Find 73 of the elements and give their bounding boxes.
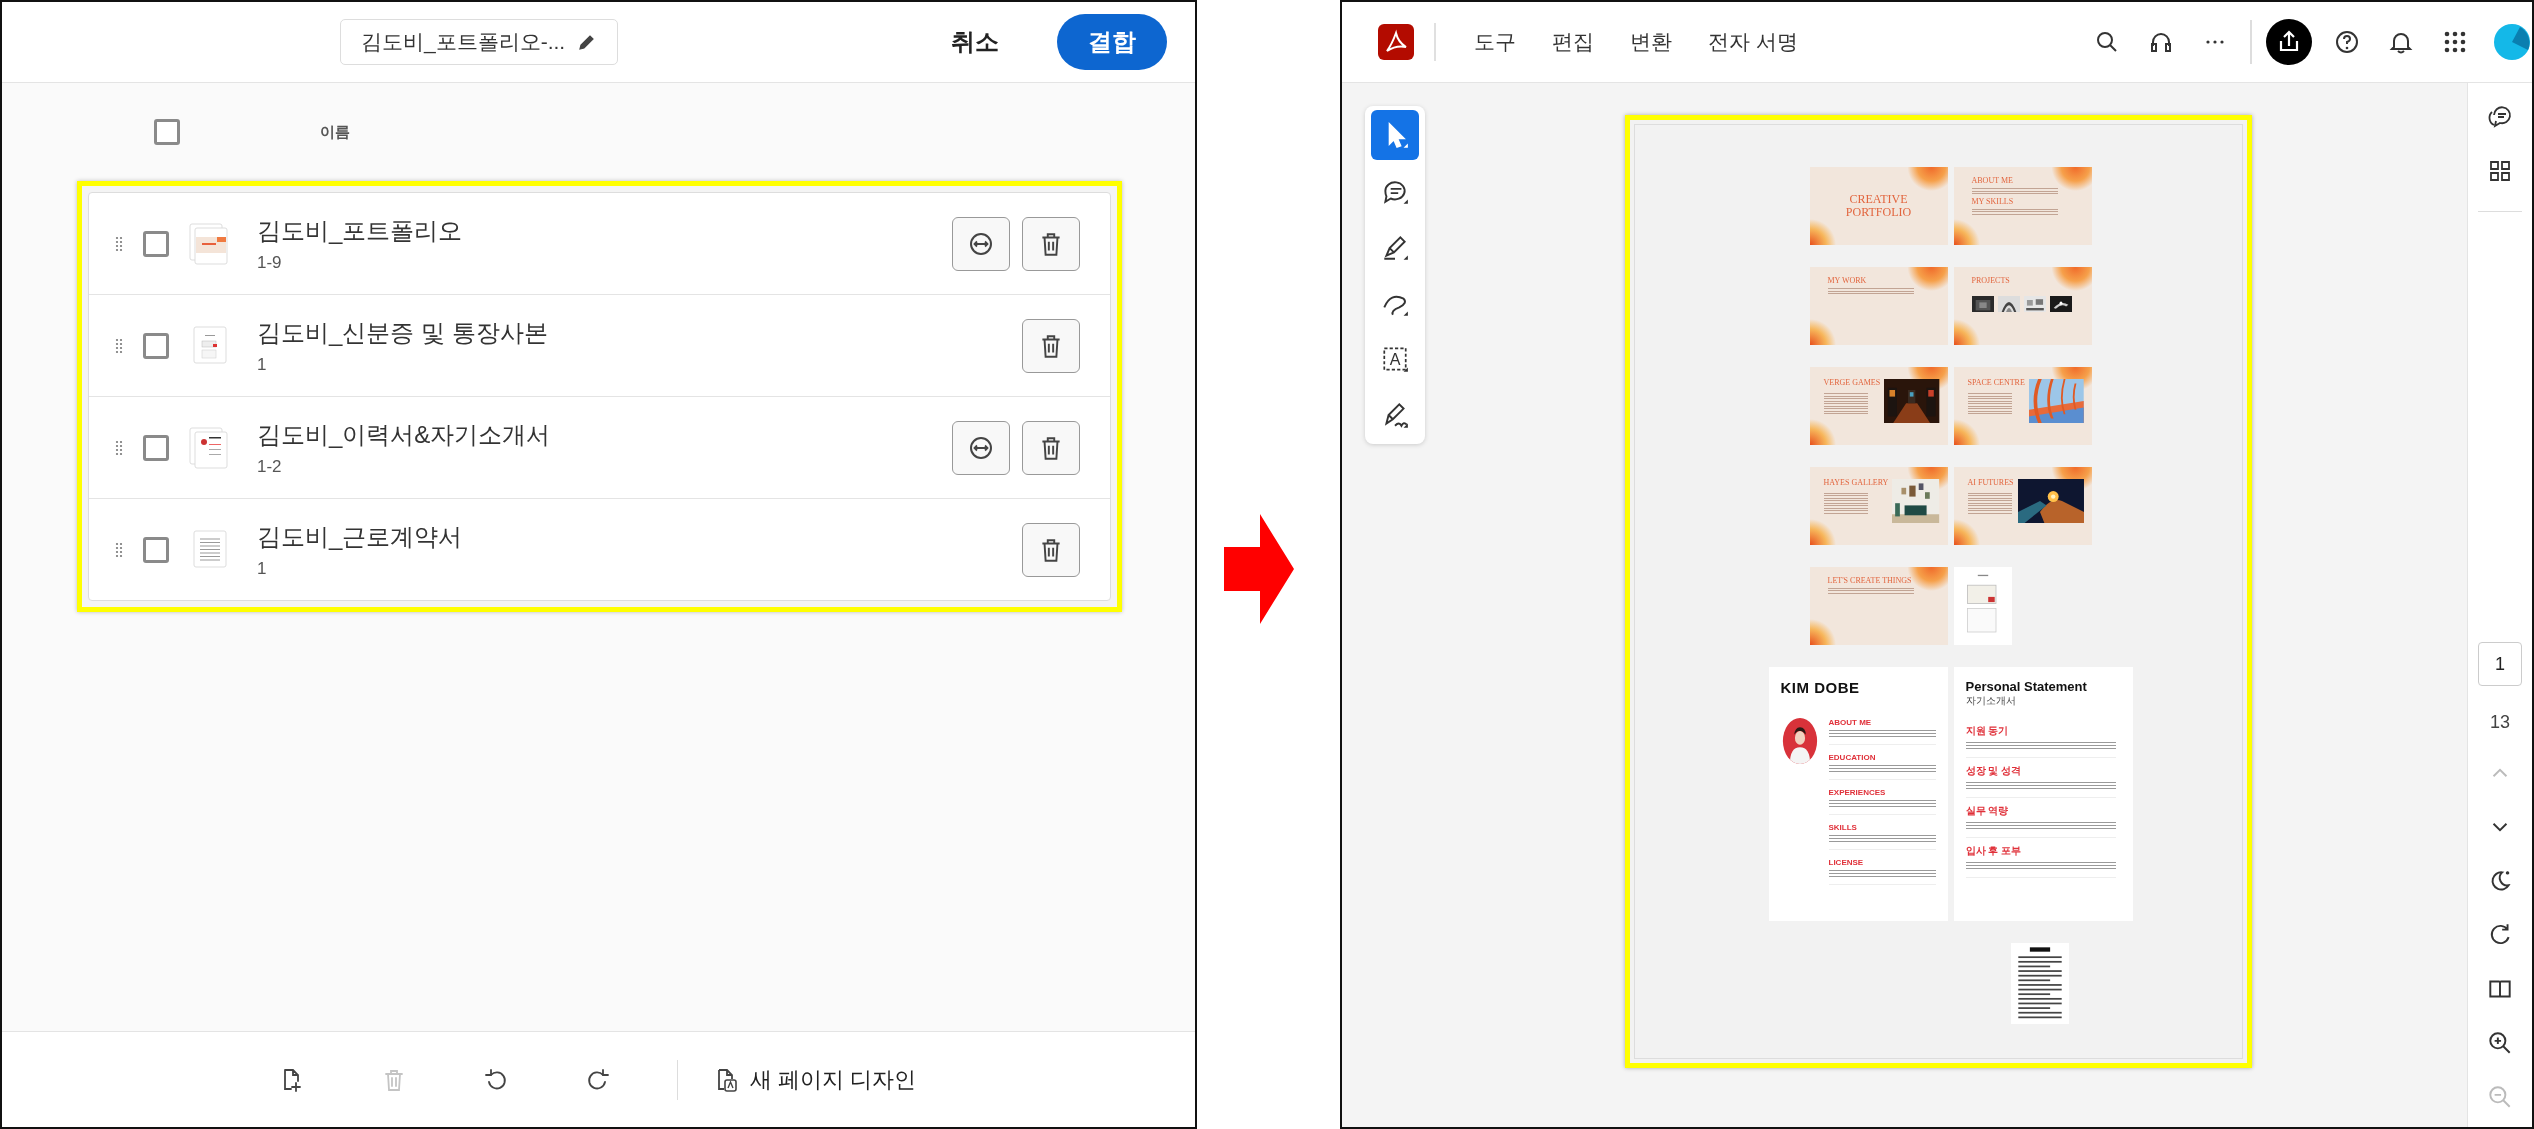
- file-checkbox[interactable]: [143, 230, 169, 257]
- file-checkbox[interactable]: [143, 536, 169, 563]
- section-heading: ABOUT ME: [1828, 718, 1873, 727]
- menu-item[interactable]: 편집: [1534, 28, 1612, 56]
- slide-heading: AI FUTURES: [1967, 479, 2014, 487]
- slide-heading: SPACE CENTRE: [1967, 379, 2025, 387]
- page-thumbnail[interactable]: [2010, 943, 2069, 1024]
- menu-item[interactable]: 도구: [1456, 28, 1534, 56]
- delete-button[interactable]: [1022, 216, 1080, 271]
- section-heading: EXPERIENCES: [1828, 788, 1887, 797]
- page-range: 1-2: [257, 456, 283, 477]
- tool-button[interactable]: A: [1371, 334, 1419, 384]
- delete-button[interactable]: [1022, 420, 1080, 475]
- page-range: 1-9: [257, 252, 283, 273]
- file-name: 김도비_근로계약서: [257, 521, 464, 552]
- drag-handle-icon[interactable]: [115, 235, 123, 252]
- page-range: 1: [257, 354, 268, 375]
- slide-heading: PROJECTS: [1971, 277, 2011, 285]
- cancel-button[interactable]: 취소: [945, 25, 1005, 59]
- app-logo[interactable]: [1378, 24, 1414, 60]
- expand-pages-button[interactable]: [952, 216, 1010, 271]
- slide-heading: MY WORK: [1827, 277, 1868, 285]
- file-row[interactable]: 김도비_포트폴리오 1-9: [89, 193, 1110, 295]
- file-checkbox[interactable]: [143, 332, 169, 359]
- menu-item[interactable]: 전자 서명: [1690, 28, 1816, 56]
- file-checkbox[interactable]: [143, 434, 169, 461]
- column-header: 이름: [320, 122, 350, 142]
- file-name-field[interactable]: 김도비_포트폴리오-...: [340, 19, 618, 65]
- page-thumbnail[interactable]: [1953, 567, 2012, 645]
- expand-icon: [968, 230, 994, 257]
- slide-heading: VERGE GAMES: [1823, 379, 1881, 387]
- drag-handle-icon[interactable]: [115, 439, 123, 456]
- section-heading: LICENSE: [1828, 858, 1865, 867]
- file-name: 김도비_포트폴리오: [257, 215, 464, 246]
- slide-heading: CREATIVE PORTFOLIO: [1844, 193, 1913, 219]
- page-number-field[interactable]: 1: [2478, 642, 2522, 686]
- section-heading: 입사 후 포부: [1965, 844, 2023, 858]
- file-row[interactable]: 김도비_이력서&자기소개서 1-2: [89, 397, 1110, 499]
- help-icon[interactable]: [2334, 29, 2360, 55]
- drag-handle-icon[interactable]: [115, 337, 123, 354]
- page-thumbnail[interactable]: KIM DOBE ABOUT ME EDUCATION EXPERIENCES SKILLS LICENSE: [1768, 667, 1948, 921]
- file-name: 김도비_이력서&자기소개서: [257, 419, 552, 450]
- resume-title: KIM DOBE: [1780, 679, 1861, 696]
- slide-heading: MY SKILLS: [1971, 198, 2015, 206]
- avatar[interactable]: [2494, 24, 2530, 60]
- slide-heading: HAYES GALLERY: [1823, 479, 1889, 487]
- delete-button[interactable]: [1022, 522, 1080, 577]
- new-page-design-button[interactable]: 새 페이지 디자인: [714, 1064, 917, 1095]
- section-heading: 성장 및 성격: [1965, 764, 2023, 778]
- page-count: 13: [2490, 712, 2510, 733]
- section-heading: EDUCATION: [1828, 753, 1877, 762]
- combine-button[interactable]: 결합: [1057, 14, 1167, 70]
- slide-heading: LET'S CREATE THINGS: [1827, 577, 1913, 585]
- expand-pages-button[interactable]: [952, 420, 1010, 475]
- page-range: 1: [257, 558, 268, 579]
- statement-subtitle: 자기소개서: [1965, 694, 2017, 708]
- menu-item[interactable]: 변환: [1612, 28, 1690, 56]
- file-name: 김도비_신분증 및 통장사본: [257, 317, 549, 348]
- section-heading: SKILLS: [1828, 823, 1858, 832]
- file-row[interactable]: 김도비_근로계약서 1: [89, 499, 1110, 600]
- drag-handle-icon[interactable]: [115, 541, 123, 558]
- select-all-checkbox[interactable]: [154, 119, 180, 145]
- section-heading: 실무 역량: [1965, 804, 2010, 818]
- file-row[interactable]: 김도비_신분증 및 통장사본 1: [89, 295, 1110, 397]
- delete-button[interactable]: [1022, 318, 1080, 373]
- slide-heading: ABOUT ME: [1971, 177, 2014, 185]
- section-heading: 지원 동기: [1965, 724, 2010, 738]
- page-thumbnail[interactable]: Personal Statement 자기소개서 지원 동기 성장 및 성격 실무 역량 입사 후 포부: [1953, 667, 2133, 921]
- expand-icon: [968, 434, 994, 461]
- share-button[interactable]: [2266, 19, 2312, 65]
- apps-icon[interactable]: [2442, 29, 2468, 55]
- text-box-icon: A: [1380, 344, 1410, 374]
- statement-title: Personal Statement: [1965, 679, 2088, 694]
